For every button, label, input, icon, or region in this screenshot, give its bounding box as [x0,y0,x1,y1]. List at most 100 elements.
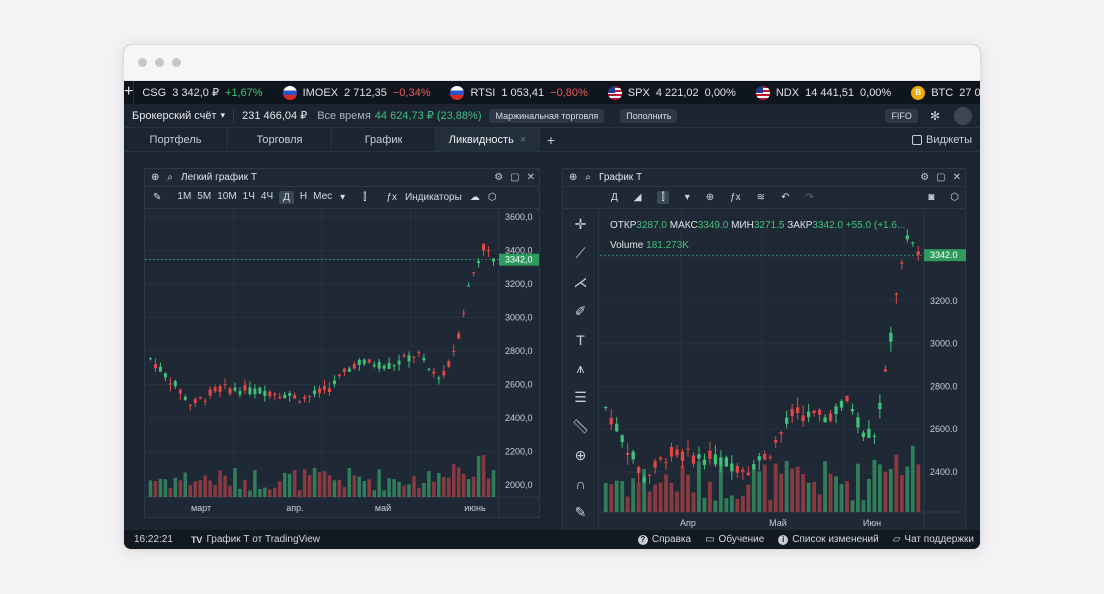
right-price-chart[interactable]: 3400.03200.03000.02800.02600.02400.03342… [600,210,966,532]
candle-body [303,397,307,399]
instrument-search-input[interactable]: График Т [599,172,642,183]
add-tab-button[interactable]: + [540,128,562,151]
chevron-down-icon[interactable]: ▾ [340,192,345,203]
topup-button[interactable]: Пополнить [620,108,678,123]
volume-bar [417,487,421,497]
volume-bar [476,455,481,497]
lock-drawing-icon[interactable]: ✎ [575,504,587,521]
indicators-button[interactable]: Индикаторы [405,192,462,203]
volume-bar [784,460,789,512]
widgets-button[interactable]: Виджеты [912,128,980,151]
add-widget-icon[interactable]: ⊕ [569,172,577,183]
ticker-item-btc[interactable]: B BTC 27 067,20 [903,85,980,100]
volume-bar [773,463,778,512]
brush-icon[interactable]: ✐ [575,303,587,320]
tab-trading[interactable]: Торговля [228,128,332,151]
cloud-icon[interactable]: ☁ [470,192,480,203]
ticker-item-ndx[interactable]: NDX 14 441,51 0,00% [748,85,903,100]
maximize-icon[interactable]: ▢ [936,172,945,183]
tab-chart[interactable]: График [332,128,436,151]
area-chart-icon[interactable]: ◢ [634,192,642,203]
ticker-item-rtsi[interactable]: RTSI 1 053,41 −0,80% [442,85,599,100]
candle-body [268,391,272,397]
changelog-link[interactable]: i Список изменений [778,534,879,545]
timeframe-2[interactable]: 10М [217,191,236,204]
tab-portfolio[interactable]: Портфель [124,128,228,151]
volume-bar [883,471,888,512]
volume-bar [432,481,436,497]
timeframe-0[interactable]: 1М [177,191,191,204]
indicators-icon[interactable]: ƒx [730,192,741,203]
text-icon[interactable]: T [576,332,585,348]
ruler-icon[interactable]: 📏︎ [572,418,590,435]
add-compare-icon[interactable]: ⊕ [706,192,714,203]
pencil-icon[interactable]: ✎ [153,192,161,203]
undo-icon[interactable]: ↶ [781,192,789,203]
add-widget-icon[interactable]: ⊕ [151,172,159,183]
ticker-item-spx[interactable]: SPX 4 221,02 0,00% [600,85,748,100]
candle-body [183,396,187,400]
timeframe-6[interactable]: Н [300,191,307,204]
candle-body [178,389,182,394]
fork-icon[interactable]: ⋌ [574,274,588,291]
app-window: + CSG 3 342,0 ₽ +1,67% IMOEX 2 712,35 −0,34% R… [123,44,981,550]
fifo-badge[interactable]: FIFO [885,108,918,123]
volume-bar [471,476,476,497]
candles-icon[interactable]: ⫿ [363,192,366,203]
snowflake-icon[interactable]: ✻ [930,109,940,123]
window-dot-maximize[interactable] [172,58,181,67]
learning-link[interactable]: ▭ Обучение [705,534,764,545]
candle-body [168,383,172,385]
shield-icon[interactable]: ⬡ [950,192,959,203]
close-tab-icon[interactable]: × [520,134,526,146]
candle-body [746,472,750,476]
chevron-down-icon[interactable]: ▾ [685,192,690,203]
support-chat-link[interactable]: ▱ Чат поддержки [893,534,974,545]
candle-body [208,389,212,396]
pattern-icon[interactable]: ⩚ [577,360,585,377]
timeframe-button[interactable]: Д [611,192,618,203]
avatar[interactable] [954,106,972,125]
ticker-item-imoex[interactable]: IMOEX 2 712,35 −0,34% [275,85,443,100]
redo-icon[interactable]: ↷ [805,192,813,203]
camera-icon[interactable]: ◙ [928,192,934,203]
window-dot-minimize[interactable] [155,58,164,67]
instrument-search-input[interactable]: Легкий график Т [181,172,257,183]
tab-liquidity[interactable]: Ликвидность × [436,128,540,151]
candle-body [437,377,441,379]
timeframe-5[interactable]: Д [279,191,294,204]
margin-trading-badge[interactable]: Маржинальная торговля [489,108,605,123]
close-icon[interactable]: ✕ [527,172,535,183]
last-price-label: 3342.0 [930,250,958,260]
gear-icon[interactable]: ⚙ [494,172,503,183]
tradingview-credit[interactable]: TV График Т от TradingView [191,534,320,545]
indicators-icon[interactable]: ƒx [386,192,397,203]
window-dot-close[interactable] [138,58,147,67]
zoom-in-icon[interactable]: ⊕ [575,447,587,464]
gear-icon[interactable]: ⚙ [920,172,929,183]
candle-body [894,293,898,295]
magnet-icon[interactable]: ∩ [575,476,585,492]
timeframe-1[interactable]: 5М [197,191,211,204]
candles-icon[interactable]: ⫿ [657,191,669,204]
timeframe-3[interactable]: 1Ч [243,191,255,204]
ticker-item-csg[interactable]: CSG 3 342,0 ₽ +1,67% [134,86,274,100]
ticker-price: 3 342,0 ₽ [172,87,219,99]
month-label: март [191,503,211,513]
candle-body [412,356,416,358]
candle-body [452,350,456,352]
candle-body [352,363,356,369]
account-selector[interactable]: Брокерский счёт ▾ [132,110,225,122]
add-ticker-button[interactable]: + [124,81,135,104]
projection-icon[interactable]: ☰ [574,389,587,406]
close-icon[interactable]: ✕ [953,172,961,183]
left-price-chart[interactable]: 3600,03400,03200,03000,02800,02600,02400… [145,209,539,517]
crosshair-icon[interactable]: ✛ [575,216,587,233]
maximize-icon[interactable]: ▢ [510,172,519,183]
timeframe-4[interactable]: 4Ч [261,191,273,204]
templates-icon[interactable]: ≋ [757,192,765,203]
timeframe-7[interactable]: Мес [313,191,332,204]
help-link[interactable]: ? Справка [637,534,691,545]
trendline-icon[interactable]: ⟋ [576,245,586,262]
shield-icon[interactable]: ⬡ [488,192,497,203]
